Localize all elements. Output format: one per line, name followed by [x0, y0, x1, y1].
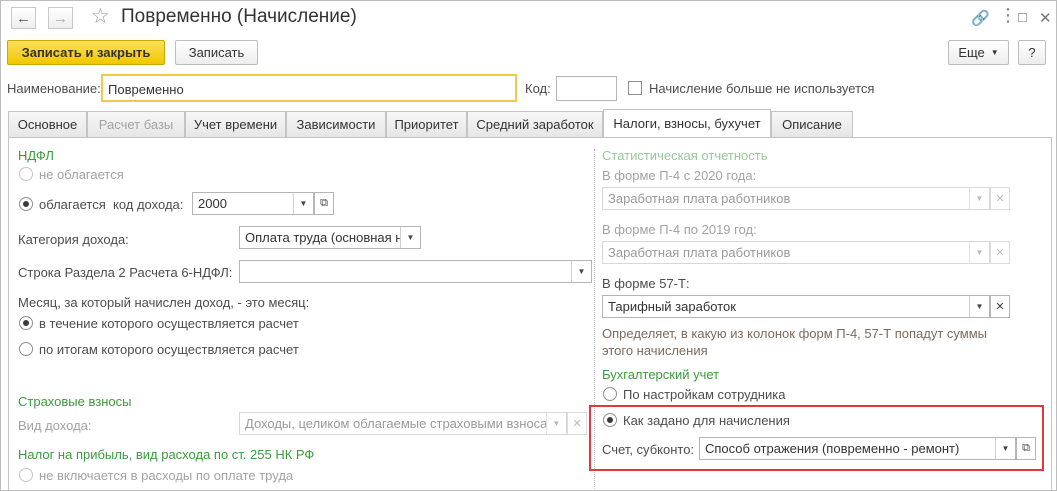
- name-input[interactable]: Повременно: [101, 74, 517, 102]
- more-label: Еще: [958, 45, 985, 60]
- form57-select[interactable]: Тарифный заработок ▼: [602, 295, 990, 318]
- accounting-employee-radio[interactable]: [603, 387, 617, 401]
- tab-time-tracking[interactable]: Учет времени: [185, 111, 286, 137]
- income-code-select[interactable]: 2000 ▼: [192, 192, 314, 215]
- income-code-value: 2000: [198, 196, 227, 211]
- close-icon[interactable]: ✕: [1039, 9, 1052, 27]
- profit-tax-option-radio[interactable]: [19, 468, 33, 482]
- income-code-label: код дохода:: [113, 197, 184, 212]
- p4-2019-value: Заработная плата работников: [608, 245, 791, 260]
- insurance-income-type-label: Вид дохода:: [18, 418, 92, 433]
- insurance-income-type-value: Доходы, целиком облагаемые страховыми вз…: [245, 416, 557, 431]
- code-label: Код:: [525, 81, 551, 96]
- profit-tax-option-label: не включается в расходы по оплате труда: [39, 468, 294, 483]
- tab-base-calculation[interactable]: Расчет базы: [87, 111, 185, 137]
- chevron-down-icon[interactable]: ▼: [293, 193, 313, 214]
- arrow-right-icon: →: [53, 9, 68, 27]
- not-used-checkbox[interactable]: [628, 81, 642, 95]
- stats-hint-line1: Определяет, в какую из колонок форм П-4,…: [602, 326, 988, 341]
- tab-priority[interactable]: Приоритет: [386, 111, 467, 137]
- tab-average-earnings[interactable]: Средний заработок: [467, 111, 603, 137]
- month-option2-radio[interactable]: [19, 342, 33, 356]
- taxed-label: облагается: [39, 197, 106, 212]
- tab-taxes-contributions-accounting[interactable]: Налоги, взносы, бухучет: [603, 109, 771, 137]
- tab-baseline: [8, 137, 1051, 138]
- maximize-icon[interactable]: □: [1018, 9, 1027, 26]
- insurance-section-title: Страховые взносы: [18, 394, 132, 409]
- p4-2019-label: В форме П-4 по 2019 год:: [602, 222, 757, 237]
- arrow-left-icon: ←: [16, 9, 31, 27]
- panel-border-right: [1051, 137, 1052, 490]
- profit-tax-section-title: Налог на прибыль, вид расхода по ст. 255…: [18, 447, 315, 462]
- form57-label: В форме 57-Т:: [602, 276, 690, 291]
- ndfl-section-title: НДФЛ: [18, 148, 54, 163]
- clear-icon[interactable]: ✕: [567, 412, 587, 435]
- clear-icon[interactable]: ✕: [990, 187, 1010, 210]
- name-label: Наименование:: [7, 81, 101, 96]
- p4-2020-select[interactable]: Заработная плата работников ▼: [602, 187, 990, 210]
- clear-icon[interactable]: ✕: [990, 241, 1010, 264]
- accounting-section-title: Бухгалтерский учет: [602, 367, 720, 382]
- not-taxed-label: не облагается: [39, 167, 124, 182]
- month-option1-radio[interactable]: [19, 316, 33, 330]
- window-title: Повременно (Начисление): [121, 6, 357, 27]
- open-icon[interactable]: ⧉: [1016, 437, 1036, 460]
- account-subconto-label: Счет, субконто:: [602, 442, 695, 457]
- forward-button[interactable]: →: [48, 7, 73, 29]
- insurance-income-type-select[interactable]: Доходы, целиком облагаемые страховыми вз…: [239, 412, 567, 435]
- form57-value: Тарифный заработок: [608, 299, 736, 314]
- save-and-close-button[interactable]: Записать и закрыть: [7, 40, 165, 65]
- accounting-employee-label: По настройкам сотрудника: [623, 387, 786, 402]
- not-used-label: Начисление больше не используется: [649, 81, 875, 96]
- account-subconto-value: Способ отражения (повременно - ремонт): [705, 441, 960, 456]
- p4-2019-select[interactable]: Заработная плата работников ▼: [602, 241, 990, 264]
- tab-dependencies[interactable]: Зависимости: [286, 111, 386, 137]
- account-subconto-select[interactable]: Способ отражения (повременно - ремонт) ▼: [699, 437, 1016, 460]
- month-option1-label: в течение которого осуществляется расчет: [39, 316, 299, 331]
- chevron-down-icon[interactable]: ▼: [571, 261, 591, 282]
- accrual-window: ← → ☆ Повременно (Начисление) 🔗 ⋮ □ ✕ За…: [0, 0, 1057, 491]
- stats-section-title: Статистическая отчетность: [602, 148, 768, 163]
- save-button[interactable]: Записать: [175, 40, 258, 65]
- chevron-down-icon[interactable]: ▼: [969, 242, 989, 263]
- p4-2020-label: В форме П-4 с 2020 года:: [602, 168, 757, 183]
- accounting-accrual-radio[interactable]: [603, 413, 617, 427]
- chevron-down-icon[interactable]: ▼: [969, 296, 989, 317]
- income-category-value: Оплата труда (основная н: [245, 230, 403, 245]
- tab-description[interactable]: Описание: [771, 111, 853, 137]
- accounting-accrual-label: Как задано для начисления: [623, 413, 790, 428]
- stats-hint-line2: этого начисления: [602, 343, 708, 358]
- chevron-down-icon[interactable]: ▼: [995, 438, 1015, 459]
- not-taxed-radio[interactable]: [19, 167, 33, 181]
- clear-icon[interactable]: ✕: [990, 295, 1010, 318]
- favorite-star-icon[interactable]: ☆: [91, 4, 110, 29]
- taxed-radio[interactable]: [19, 197, 33, 211]
- panel-border-left: [8, 137, 9, 490]
- p4-2020-value: Заработная плата работников: [608, 191, 791, 206]
- chevron-down-icon[interactable]: ▼: [546, 413, 566, 434]
- row-6ndfl-select[interactable]: ▼: [239, 260, 592, 283]
- chevron-down-icon[interactable]: ▼: [969, 188, 989, 209]
- chevron-down-icon[interactable]: ▼: [400, 227, 420, 248]
- link-icon[interactable]: 🔗: [971, 9, 990, 27]
- help-button[interactable]: ?: [1018, 40, 1046, 65]
- more-vertical-icon[interactable]: ⋮: [999, 5, 1017, 26]
- open-icon[interactable]: ⧉: [314, 192, 334, 215]
- income-category-select[interactable]: Оплата труда (основная н ▼: [239, 226, 421, 249]
- month-question-label: Месяц, за который начислен доход, - это …: [18, 295, 310, 310]
- chevron-down-icon: ▼: [990, 48, 999, 57]
- code-input[interactable]: [556, 76, 617, 101]
- row-6ndfl-label: Строка Раздела 2 Расчета 6-НДФЛ:: [18, 265, 233, 280]
- income-category-label: Категория дохода:: [18, 232, 129, 247]
- more-button[interactable]: Еще ▼: [948, 40, 1009, 65]
- month-option2-label: по итогам которого осуществляется расчет: [39, 342, 299, 357]
- tab-main[interactable]: Основное: [8, 111, 87, 137]
- back-button[interactable]: ←: [11, 7, 36, 29]
